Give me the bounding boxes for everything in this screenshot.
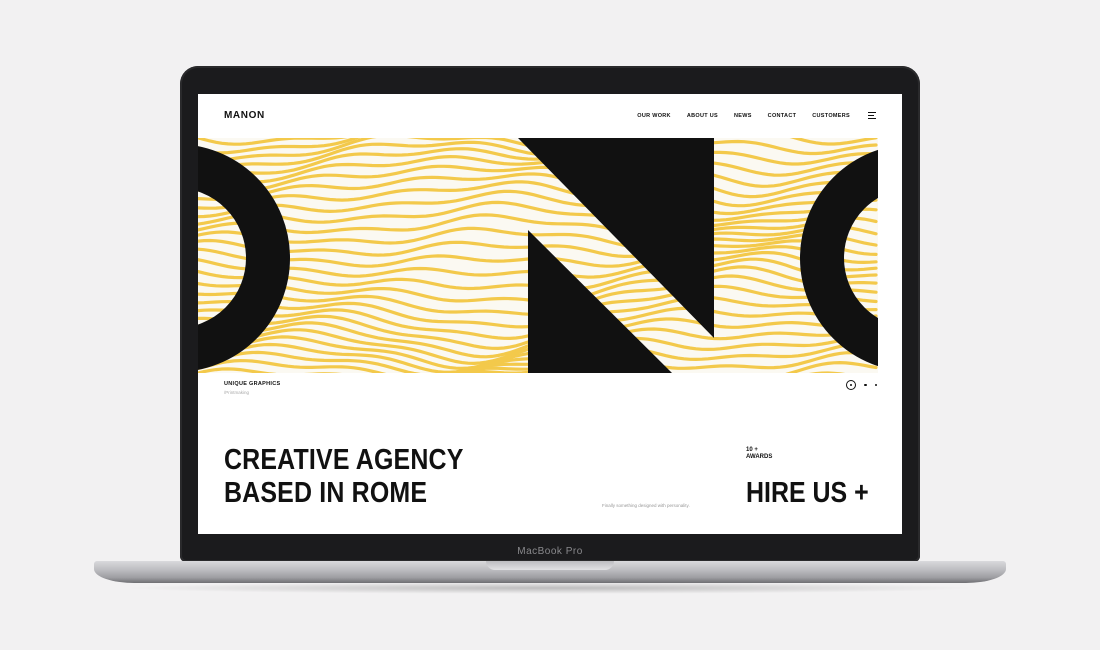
laptop-shadow	[120, 582, 980, 594]
device-label: MacBook Pro	[517, 546, 583, 557]
hire-us-button[interactable]: HIRE US +	[746, 477, 869, 509]
hero-caption: UNIQUE GRAPHICS /Printmaking	[224, 381, 280, 395]
menu-icon[interactable]	[868, 112, 876, 119]
nav-contact[interactable]: CONTACT	[768, 113, 797, 119]
awards-number: 10 +	[746, 447, 758, 453]
laptop-base-notch	[486, 561, 614, 570]
hero-graphic	[198, 138, 878, 373]
main-nav: OUR WORK ABOUT US NEWS CONTACT CUSTOMERS	[637, 112, 876, 119]
caption-title: UNIQUE GRAPHICS	[224, 381, 281, 387]
headline-line-2: BASED IN ROME	[224, 477, 428, 509]
hero-slider[interactable]	[198, 138, 878, 373]
nav-news[interactable]: NEWS	[734, 113, 752, 119]
awards-count: 10 + AWARDS	[746, 447, 772, 461]
slider-dot-3[interactable]	[874, 383, 877, 387]
tagline: Finally something designed with personal…	[602, 503, 690, 508]
headline-line-1: CREATIVE AGENCY	[224, 444, 464, 476]
nav-about-us[interactable]: ABOUT US	[687, 113, 718, 119]
site-logo[interactable]: MANON	[224, 110, 265, 121]
nav-our-work[interactable]: OUR WORK	[637, 113, 671, 119]
caption-subtitle: /Printmaking	[224, 390, 250, 395]
hero-headline: CREATIVE AGENCY BASED IN ROME	[224, 444, 464, 510]
laptop-screen: MANON OUR WORK ABOUT US NEWS CONTACT CUS…	[198, 94, 902, 534]
nav-customers[interactable]: CUSTOMERS	[812, 113, 850, 119]
slider-dot-1[interactable]	[846, 380, 856, 390]
slider-pagination	[846, 380, 877, 390]
site-header: MANON OUR WORK ABOUT US NEWS CONTACT CUS…	[198, 94, 902, 138]
letter-c-right	[800, 149, 878, 367]
letter-o-left	[198, 146, 290, 370]
awards-label: AWARDS	[746, 454, 773, 460]
slider-dot-2[interactable]	[864, 383, 867, 387]
